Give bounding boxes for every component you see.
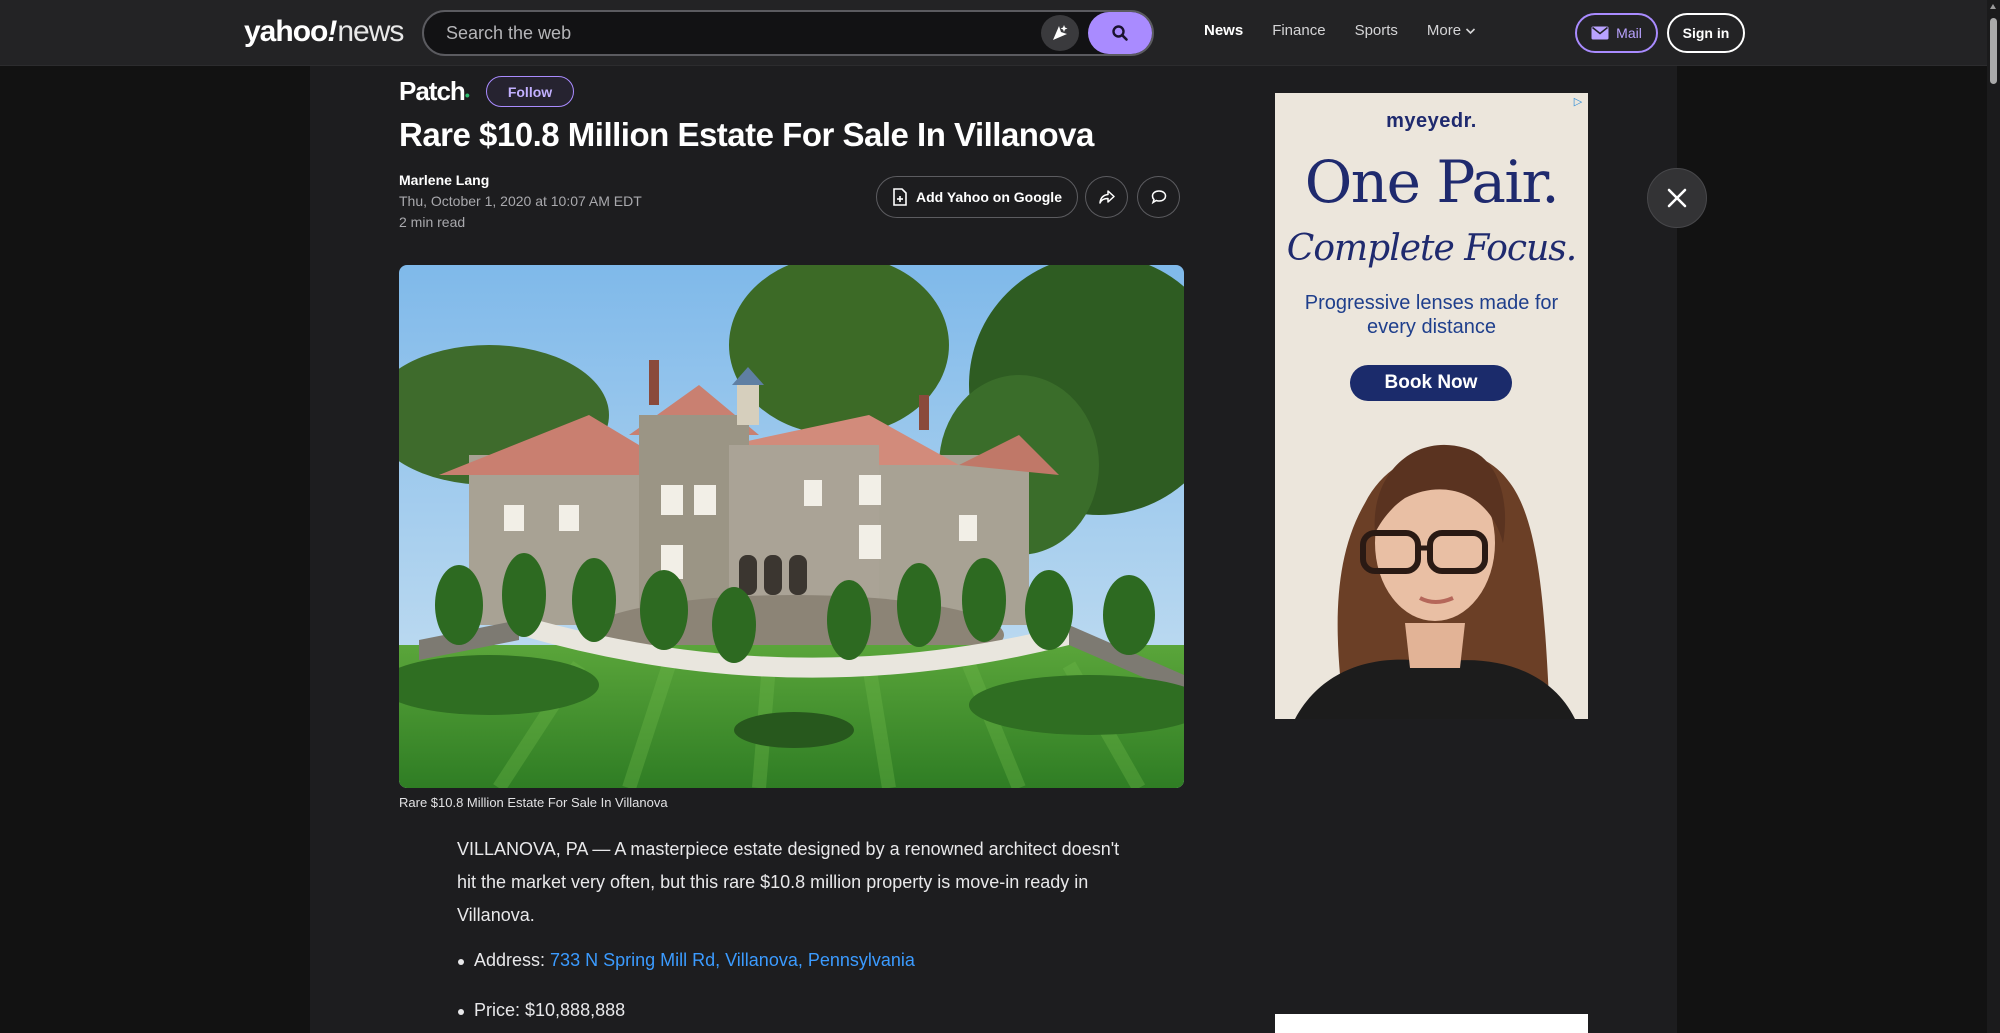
ad-model-photo	[1275, 413, 1588, 719]
ad-choices-icon[interactable]: ▷	[1571, 95, 1585, 109]
ad-subheadline: Complete Focus.	[1286, 228, 1577, 269]
publish-date: Thu, October 1, 2020 at 10:07 AM EDT	[399, 193, 642, 209]
image-caption: Rare $10.8 Million Estate For Sale In Vi…	[399, 795, 668, 810]
publisher-logo[interactable]: Patch•	[399, 76, 470, 107]
list-item-price: Price: $10,888,888	[457, 1000, 1137, 1024]
mail-button[interactable]: Mail	[1575, 13, 1658, 53]
comments-button[interactable]	[1137, 176, 1180, 218]
estate-photo	[399, 265, 1184, 788]
list-item-address: Address: 733 N Spring Mill Rd, Villanova…	[457, 950, 1137, 974]
article-intro-paragraph: VILLANOVA, PA — A masterpiece estate des…	[457, 839, 1120, 925]
ad-brand-logo: myeyedr.	[1386, 110, 1477, 132]
nav-more[interactable]: More	[1427, 22, 1476, 39]
envelope-icon	[1591, 26, 1609, 40]
ai-search-button[interactable]	[1041, 15, 1079, 51]
main-nav: News Finance Sports More	[1204, 22, 1505, 39]
nav-finance[interactable]: Finance	[1272, 22, 1325, 39]
advertisement[interactable]: ▷ myeyedr. One Pair. Complete Focus. Pro…	[1275, 93, 1588, 719]
yahoo-news-logo[interactable]: yahoo! news	[244, 15, 404, 49]
author-name[interactable]: Marlene Lang	[399, 172, 489, 188]
close-icon	[1667, 188, 1687, 208]
add-yahoo-on-google-button[interactable]: Add Yahoo on Google	[876, 176, 1078, 218]
share-arrow-icon	[1098, 190, 1115, 204]
scrollbar-thumb[interactable]	[1990, 18, 1997, 84]
ad-body-text: Progressive lenses made for every distan…	[1304, 292, 1559, 338]
article-hero-image[interactable]	[399, 265, 1184, 788]
property-details-list: Address: 733 N Spring Mill Rd, Villanova…	[457, 950, 1137, 1033]
ad-book-now-button[interactable]: Book Now	[1350, 365, 1512, 401]
chevron-down-icon	[1466, 27, 1476, 34]
top-navigation-bar: yahoo!news News Finance Sports More	[0, 0, 2000, 66]
sparkle-arrow-icon	[1053, 25, 1068, 40]
search-bar	[422, 10, 1154, 56]
nav-sports[interactable]: Sports	[1355, 22, 1398, 39]
page-scrollbar[interactable]	[1987, 0, 2000, 1033]
address-link[interactable]: 733 N Spring Mill Rd, Villanova, Pennsyl…	[550, 950, 915, 970]
ad-headline: One Pair.	[1304, 148, 1560, 216]
search-submit-button[interactable]	[1088, 12, 1152, 54]
search-input[interactable]	[446, 12, 1006, 54]
search-icon	[1112, 25, 1128, 41]
ad-slot-bottom	[1275, 1014, 1588, 1033]
follow-button[interactable]: Follow	[486, 76, 574, 107]
article-headline: Rare $10.8 Million Estate For Sale In Vi…	[399, 116, 1094, 153]
comment-bubble-icon	[1151, 190, 1166, 205]
close-ad-button[interactable]	[1647, 168, 1707, 228]
nav-news[interactable]: News	[1204, 22, 1243, 39]
share-button[interactable]	[1085, 176, 1128, 218]
read-time: 2 min read	[399, 214, 466, 230]
add-document-icon	[893, 188, 907, 206]
sign-in-button[interactable]: Sign in	[1667, 13, 1745, 53]
scroll-up-arrow-icon[interactable]	[1990, 4, 1996, 9]
